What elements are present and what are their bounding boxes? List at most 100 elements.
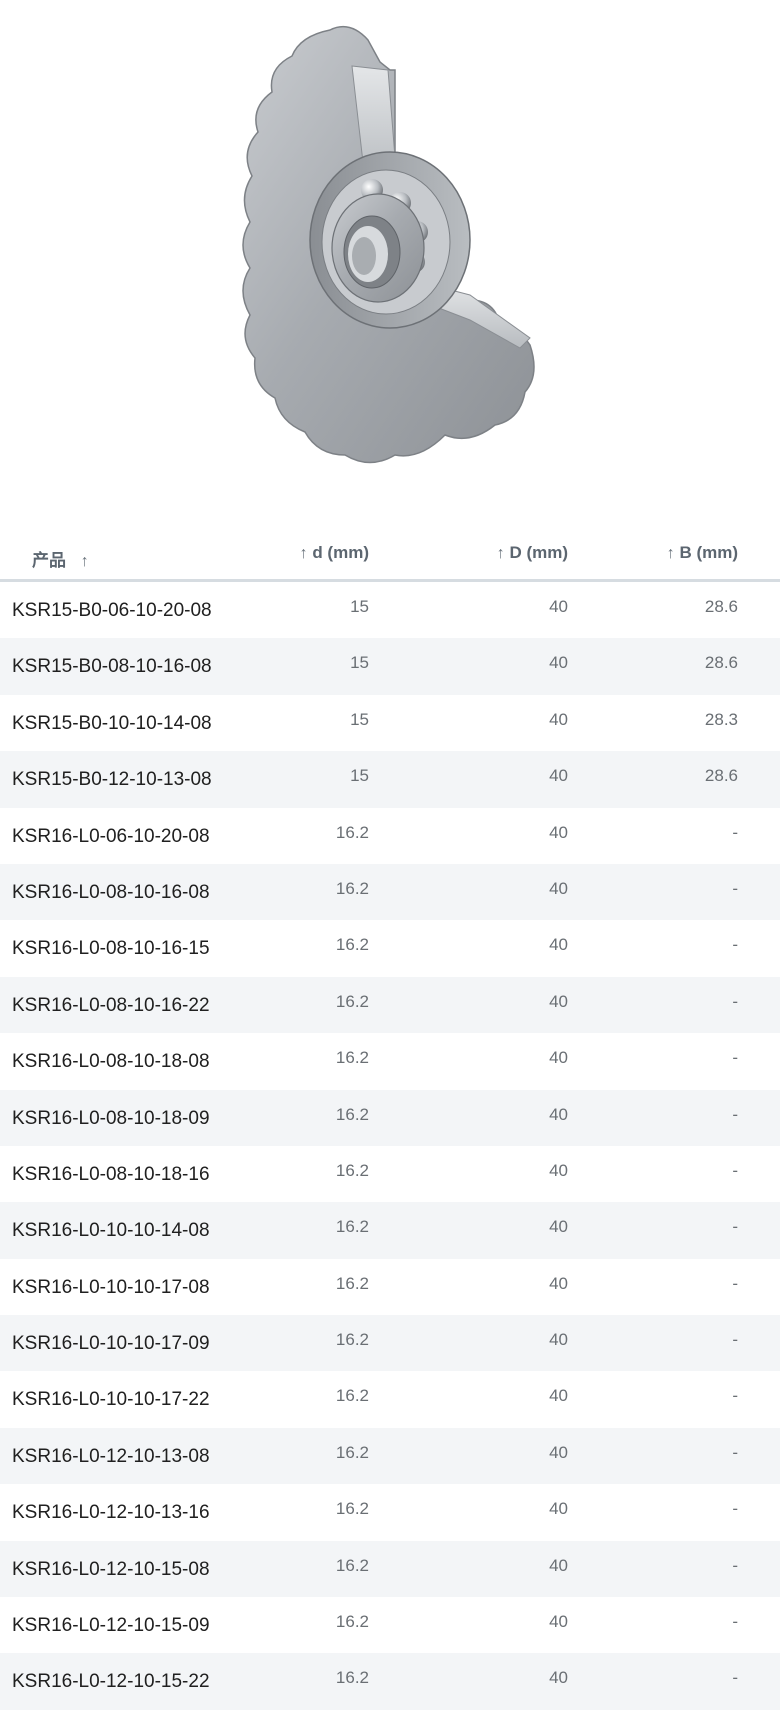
table-row[interactable]: KSR16-L0-08-10-18-09 16.2 40 - [0, 1089, 780, 1146]
column-header-d[interactable]: ↑ d (mm) [300, 543, 369, 563]
outer-diameter-value: 40 [549, 1273, 568, 1293]
inner-diameter-value: 16.2 [335, 935, 369, 955]
column-header-outer-diameter[interactable]: ↑ D (mm) [497, 543, 568, 563]
inner-diameter-value: 16.2 [335, 1442, 369, 1462]
outer-diameter-value: 40 [549, 653, 568, 673]
arrow-up-icon: ↑ [80, 553, 89, 570]
column-header-label: 产品 [32, 551, 66, 570]
column-header-width[interactable]: ↑ B (mm) [667, 543, 738, 563]
outer-diameter-value: 40 [549, 1217, 568, 1237]
outer-diameter-value: 40 [549, 766, 568, 786]
table-header: 产品 ↑ ↑ d (mm) ↑ D (mm) ↑ B (mm) [0, 513, 780, 582]
width-value: - [732, 1273, 738, 1293]
product-name[interactable]: KSR16-L0-12-10-15-08 [12, 1559, 210, 1581]
table-row[interactable]: KSR16-L0-12-10-15-09 16.2 40 - [0, 1597, 780, 1653]
outer-diameter-value: 40 [549, 1386, 568, 1406]
outer-diameter-value: 40 [549, 1612, 568, 1632]
inner-diameter-value: 15 [350, 709, 369, 729]
inner-diameter-value: 15 [350, 653, 369, 673]
table-row[interactable]: KSR16-L0-08-10-16-08 16.2 40 - [0, 863, 780, 921]
table-row[interactable]: KSR15-B0-06-10-20-08 15 40 28.6 [0, 582, 780, 638]
product-name[interactable]: KSR16-L0-08-10-18-08 [12, 1051, 210, 1073]
table-row[interactable]: KSR16-L0-12-10-15-22 16.2 40 - [0, 1653, 780, 1710]
width-value: - [732, 1104, 738, 1124]
table-row[interactable]: KSR16-L0-12-10-13-16 16.2 40 - [0, 1484, 780, 1540]
width-value: - [732, 1442, 738, 1462]
column-header-label: d (mm) [312, 543, 369, 562]
product-name[interactable]: KSR16-L0-10-10-17-09 [12, 1333, 210, 1355]
width-value: 28.6 [704, 597, 738, 616]
table-row[interactable]: KSR16-L0-10-10-17-08 16.2 40 - [0, 1259, 780, 1315]
width-value: 28.6 [704, 766, 738, 786]
outer-diameter-value: 40 [549, 1668, 568, 1688]
table-row[interactable]: KSR15-B0-08-10-16-08 15 40 28.6 [0, 638, 780, 695]
product-name[interactable]: KSR16-L0-10-10-17-22 [12, 1389, 210, 1411]
outer-diameter-value: 40 [549, 1555, 568, 1575]
inner-diameter-value: 16.2 [335, 1555, 369, 1575]
width-value: - [732, 1330, 738, 1350]
width-value: - [732, 1499, 738, 1519]
product-name[interactable]: KSR16-L0-12-10-13-16 [12, 1502, 210, 1524]
table-row[interactable]: KSR16-L0-10-10-17-09 16.2 40 - [0, 1315, 780, 1372]
inner-diameter-value: 16.2 [335, 1386, 369, 1406]
table-body: KSR15-B0-06-10-20-08 15 40 28.6 KSR15-B0-08-… [0, 582, 780, 1710]
product-name[interactable]: KSR15-B0-12-10-13-08 [12, 769, 212, 791]
product-name[interactable]: KSR16-L0-08-10-16-08 [12, 882, 210, 904]
outer-diameter-value: 40 [549, 1442, 568, 1462]
inner-diameter-value: 16.2 [335, 1330, 369, 1350]
product-name[interactable]: KSR15-B0-06-10-20-08 [12, 600, 212, 622]
width-value: 28.3 [704, 709, 738, 729]
inner-diameter-value: 16.2 [335, 991, 369, 1011]
inner-diameter-value: 16.2 [335, 1048, 369, 1068]
table-row[interactable]: KSR16-L0-12-10-13-08 16.2 40 - [0, 1427, 780, 1485]
table-row[interactable]: KSR16-L0-10-10-17-22 16.2 40 - [0, 1371, 780, 1427]
product-name[interactable]: KSR15-B0-08-10-16-08 [12, 656, 212, 678]
product-name[interactable]: KSR16-L0-08-10-18-09 [12, 1108, 210, 1130]
table-row[interactable]: KSR16-L0-08-10-16-22 16.2 40 - [0, 976, 780, 1034]
table-row[interactable]: KSR16-L0-12-10-15-08 16.2 40 - [0, 1540, 780, 1598]
product-name[interactable]: KSR16-L0-06-10-20-08 [12, 826, 210, 848]
product-name[interactable]: KSR16-L0-10-10-14-08 [12, 1220, 210, 1242]
outer-diameter-value: 40 [549, 1330, 568, 1350]
outer-diameter-value: 40 [549, 1499, 568, 1519]
outer-diameter-value: 40 [549, 597, 568, 616]
table-row[interactable]: KSR16-L0-08-10-18-08 16.2 40 - [0, 1033, 780, 1089]
column-header-product[interactable]: 产品 ↑ [32, 546, 89, 571]
page: 产品 ↑ ↑ d (mm) ↑ D (mm) ↑ B (mm) KSR15-B0… [0, 0, 780, 1718]
product-name[interactable]: KSR16-L0-10-10-17-08 [12, 1277, 210, 1299]
inner-diameter-value: 16.2 [335, 1160, 369, 1180]
inner-diameter-value: 16.2 [335, 1104, 369, 1124]
table-row[interactable]: KSR16-L0-08-10-18-16 16.2 40 - [0, 1146, 780, 1202]
inner-diameter-value: 16.2 [335, 1217, 369, 1237]
product-name[interactable]: KSR15-B0-10-10-14-08 [12, 713, 212, 735]
inner-diameter-value: 16.2 [335, 1612, 369, 1632]
outer-diameter-value: 40 [549, 991, 568, 1011]
inner-diameter-value: 16.2 [335, 1668, 369, 1688]
product-name[interactable]: KSR16-L0-08-10-16-22 [12, 995, 210, 1017]
product-name[interactable]: KSR16-L0-08-10-18-16 [12, 1164, 210, 1186]
table-row[interactable]: KSR16-L0-10-10-14-08 16.2 40 - [0, 1202, 780, 1259]
width-value: - [732, 1217, 738, 1237]
product-name[interactable]: KSR16-L0-08-10-16-15 [12, 938, 210, 960]
product-name[interactable]: KSR16-L0-12-10-15-09 [12, 1615, 210, 1637]
outer-diameter-value: 40 [549, 1160, 568, 1180]
table-row[interactable]: KSR15-B0-12-10-13-08 15 40 28.6 [0, 751, 780, 808]
inner-diameter-value: 15 [350, 766, 369, 786]
inner-diameter-value: 16.2 [335, 822, 369, 842]
outer-diameter-value: 40 [549, 822, 568, 842]
width-value: - [732, 1555, 738, 1575]
product-name[interactable]: KSR16-L0-12-10-15-22 [12, 1671, 210, 1693]
outer-diameter-value: 40 [549, 1048, 568, 1068]
table-row[interactable]: KSR16-L0-08-10-16-15 16.2 40 - [0, 920, 780, 976]
outer-diameter-value: 40 [549, 1104, 568, 1124]
arrow-up-icon: ↑ [496, 545, 505, 562]
product-name[interactable]: KSR16-L0-12-10-13-08 [12, 1446, 210, 1468]
width-value: - [732, 1668, 738, 1688]
width-value: - [732, 991, 738, 1011]
width-value: - [732, 878, 738, 898]
table-row[interactable]: KSR15-B0-10-10-14-08 15 40 28.3 [0, 695, 780, 751]
inner-diameter-value: 15 [350, 597, 369, 616]
table-row[interactable]: KSR16-L0-06-10-20-08 16.2 40 - [0, 808, 780, 864]
inner-diameter-value: 16.2 [335, 1273, 369, 1293]
sprocket-bearing-image [0, 0, 780, 500]
